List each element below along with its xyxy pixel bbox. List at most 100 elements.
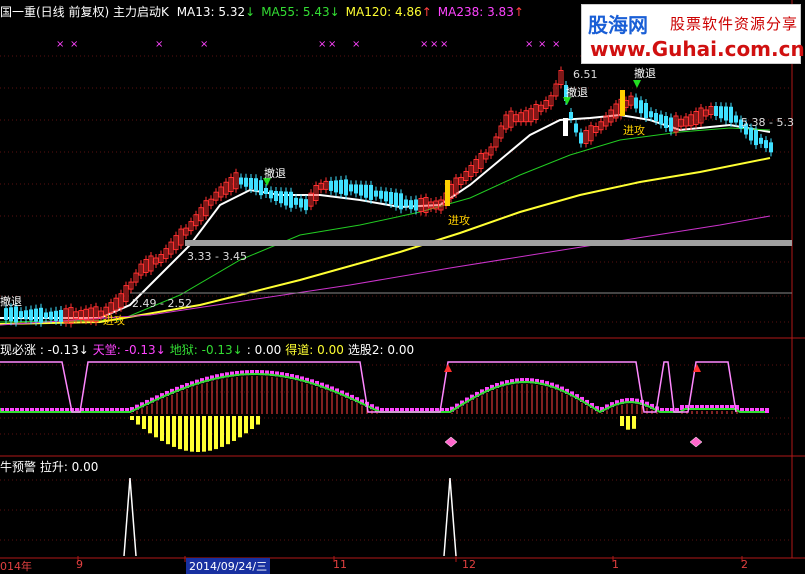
retreat-arrow-icon: [633, 80, 641, 88]
candle-body: [54, 310, 58, 321]
yellow-bar: [178, 416, 182, 450]
candle-body: [59, 309, 63, 322]
candle-body: [639, 100, 643, 114]
signal-mark-icon: ×: [440, 39, 448, 50]
candle-body: [289, 191, 293, 208]
attack-label: 进攻: [103, 314, 125, 327]
candle-body: [359, 184, 363, 196]
candle-body: [664, 116, 668, 128]
candle-body: [269, 190, 273, 199]
yellow-bar: [226, 416, 230, 445]
watermark-brand: 股海网: [588, 13, 648, 37]
candle-body: [304, 199, 308, 211]
signal-mark-icon: ×: [552, 39, 560, 50]
alert-spike: [443, 477, 457, 557]
up-arrow-icon: [444, 364, 452, 372]
band-low-label: 2.49 - 2.52: [132, 297, 192, 310]
indicator1-value: 地狱: -0.13↓: [169, 343, 243, 357]
candle-body: [669, 117, 673, 132]
signal-candle: [563, 118, 568, 136]
yellow-bar: [220, 416, 224, 447]
candle-body: [24, 310, 28, 320]
yellow-bar: [184, 416, 188, 451]
candle-body: [9, 307, 13, 322]
up-arrow-icon: [693, 364, 701, 372]
yellow-bar: [160, 416, 164, 441]
yellow-bar: [250, 416, 254, 430]
chart-title: 国一重(日线 前复权) 主力启动K: [0, 5, 169, 19]
signal-mark-icon: ×: [430, 39, 438, 50]
candle-body: [339, 179, 343, 194]
watermark-logo: 股海网 股票软件资源分享 www.Guhai.com.cn: [581, 4, 805, 64]
indicator2-value: 牛预警 拉升: 0.00: [0, 460, 99, 474]
yellow-bar: [136, 416, 140, 425]
yellow-bar: [632, 416, 636, 429]
signal-mark-icon: ×: [200, 39, 208, 50]
date-tick-label: 1: [612, 558, 619, 571]
candle-body: [754, 130, 758, 146]
yellow-bar: [256, 416, 260, 425]
date-tick-label: 11: [333, 558, 347, 571]
yellow-bar: [202, 416, 206, 452]
candle-body: [769, 142, 773, 153]
candle-body: [659, 114, 663, 125]
diamond-icon: [444, 436, 458, 448]
yellow-bar: [130, 416, 134, 420]
candle-body: [724, 106, 728, 121]
green-curve: [0, 372, 765, 414]
retreat-label: 撤退: [566, 86, 588, 99]
candle-body: [569, 112, 573, 119]
retreat-label: 撤退: [0, 295, 22, 308]
candle-body: [39, 307, 43, 323]
candle-body: [364, 184, 368, 198]
candle-body: [749, 127, 753, 141]
yellow-bar: [208, 416, 212, 451]
candle-body: [409, 200, 413, 210]
candle-body: [34, 308, 38, 322]
candle-body: [759, 137, 763, 144]
yellow-bar: [232, 416, 236, 441]
candle-body: [349, 184, 353, 192]
signal-candle: [445, 180, 450, 206]
candle-body: [29, 309, 33, 321]
candle-body: [329, 180, 333, 191]
yellow-bar: [148, 416, 152, 434]
attack-label: 进攻: [448, 214, 470, 227]
retreat-label: 撤退: [634, 67, 656, 80]
candle-body: [654, 113, 658, 121]
candle-body: [19, 311, 23, 319]
signal-mark-icon: ×: [538, 39, 546, 50]
candle-body: [279, 191, 283, 204]
candle-body: [344, 179, 348, 196]
candle-body: [579, 132, 583, 144]
candle-body: [714, 106, 718, 116]
candle-body: [249, 178, 253, 189]
signal-mark-icon: ×: [352, 39, 360, 50]
candle-body: [394, 192, 398, 207]
attack-label: 进攻: [623, 124, 645, 137]
candle-body: [729, 106, 733, 123]
yellow-bar: [244, 416, 248, 434]
yellow-bar: [166, 416, 170, 445]
candle-body: [379, 190, 383, 199]
candle-body: [414, 199, 418, 211]
indicator1-value: 天堂: -0.13↓: [92, 343, 166, 357]
ma-legend-item: MA120: 4.86: [345, 5, 422, 19]
date-tick-label: 014年: [0, 560, 32, 573]
candle-body: [634, 97, 638, 109]
signal-mark-icon: ×: [70, 39, 78, 50]
indicator1-value: 选股2: 0.00: [347, 343, 415, 357]
ma-legend-item: MA13: 5.32: [176, 5, 246, 19]
candle-body: [384, 191, 388, 202]
candle-body: [49, 311, 53, 320]
candle-body: [764, 140, 768, 149]
watermark-subtitle: 股票软件资源分享: [670, 15, 799, 33]
indicator1-value: : 0.00: [246, 343, 282, 357]
diamond-icon: [689, 436, 703, 448]
magenta-dot: [765, 408, 769, 413]
retreat-label: 撤退: [264, 167, 286, 180]
candle-body: [354, 184, 358, 194]
indicator1-value: 得道: 0.00: [285, 343, 344, 357]
yellow-bar: [190, 416, 194, 452]
candle-body: [294, 197, 298, 205]
